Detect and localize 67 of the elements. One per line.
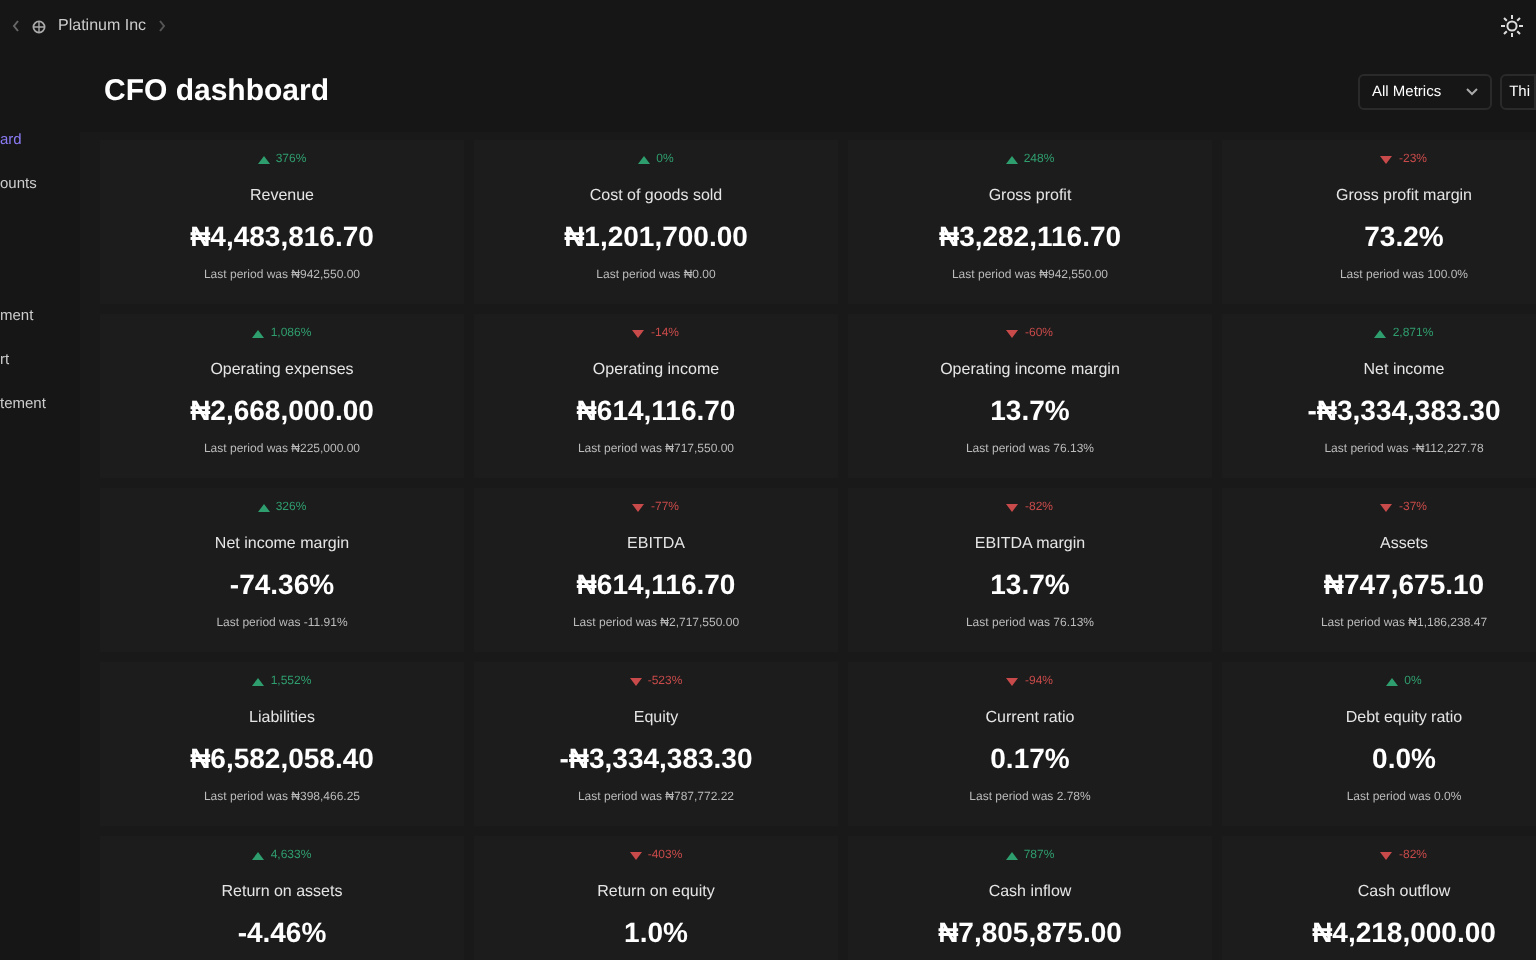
triangle-down-icon <box>1006 330 1019 338</box>
metric-value: 1.0% <box>624 916 688 948</box>
metric-value: ₦6,582,058.40 <box>190 742 374 774</box>
metric-label: Current ratio <box>985 708 1075 728</box>
metric-value: ₦747,675.10 <box>1323 568 1485 600</box>
triangle-up-icon <box>257 156 270 164</box>
metric-label: Revenue <box>249 186 315 206</box>
metric-value: -4.46% <box>237 916 327 948</box>
globe-icon <box>32 19 46 33</box>
metric-label: EBITDA <box>627 534 685 554</box>
metric-value: -₦3,334,383.30 <box>1307 394 1501 426</box>
metric-label: Cash outflow <box>1357 882 1451 902</box>
triangle-down-icon <box>632 330 645 338</box>
metric-label: Operating income margin <box>940 360 1120 380</box>
organization-name[interactable]: Platinum Inc <box>58 14 147 38</box>
triangle-up-icon <box>257 504 270 512</box>
metric-label: Cash inflow <box>988 882 1072 902</box>
metric-value: 73.2% <box>1364 220 1444 252</box>
metric-value: ₦4,218,000.00 <box>1312 916 1496 948</box>
metric-value: ₦1,201,700.00 <box>564 220 748 252</box>
metric-value: 0.0% <box>1372 742 1436 774</box>
triangle-down-icon <box>629 852 642 860</box>
triangle-down-icon <box>1380 504 1393 512</box>
triangle-up-icon <box>638 156 651 164</box>
metric-value: 13.7% <box>990 568 1070 600</box>
triangle-up-icon <box>1374 330 1387 338</box>
triangle-up-icon <box>252 330 265 338</box>
metric-label: Liabilities <box>249 708 315 728</box>
chevron-right-icon[interactable] <box>158 20 167 32</box>
triangle-up-icon <box>1386 678 1399 686</box>
metric-value: ₦4,483,816.70 <box>190 220 374 252</box>
triangle-down-icon <box>1380 852 1393 860</box>
chevron-down-icon <box>1465 88 1478 96</box>
metric-value: ₦3,282,116.70 <box>938 220 1122 252</box>
metric-label: Assets <box>1379 534 1428 554</box>
triangle-up-icon <box>252 678 265 686</box>
triangle-down-icon <box>1006 678 1019 686</box>
metric-value: -₦3,334,383.30 <box>559 742 753 774</box>
triangle-up-icon <box>252 852 265 860</box>
metric-label: Operating expenses <box>210 360 354 380</box>
page-title: CFO dashboard <box>104 71 330 112</box>
metric-value: 0.17% <box>990 742 1070 774</box>
sun-icon[interactable] <box>1500 14 1524 38</box>
metric-value: ₦614,116.70 <box>576 394 736 426</box>
triangle-down-icon <box>629 678 642 686</box>
triangle-up-icon <box>1005 852 1018 860</box>
triangle-down-icon <box>1380 156 1393 164</box>
metric-label: Operating income <box>592 360 720 380</box>
metric-label: Gross profit margin <box>1335 186 1473 206</box>
metric-label: Return on assets <box>221 882 343 902</box>
chevron-left-icon[interactable] <box>12 20 20 32</box>
metric-label: Net income margin <box>214 534 350 554</box>
metric-value: ₦7,805,875.00 <box>938 916 1122 948</box>
metric-value: 13.7% <box>990 394 1070 426</box>
triangle-down-icon <box>1006 504 1019 512</box>
metric-label: EBITDA margin <box>974 534 1086 554</box>
metric-value: -74.36% <box>229 568 335 600</box>
metric-value: ₦2,668,000.00 <box>190 394 374 426</box>
metric-label: Cost of goods sold <box>589 186 723 206</box>
metric-label: Equity <box>633 708 679 728</box>
metric-label: Debt equity ratio <box>1345 708 1463 728</box>
triangle-up-icon <box>1005 156 1018 164</box>
metric-label: Net income <box>1363 360 1445 380</box>
metric-label: Return on equity <box>597 882 715 902</box>
metric-value: ₦614,116.70 <box>576 568 736 600</box>
metric-label: Gross profit <box>988 186 1072 206</box>
triangle-down-icon <box>632 504 645 512</box>
